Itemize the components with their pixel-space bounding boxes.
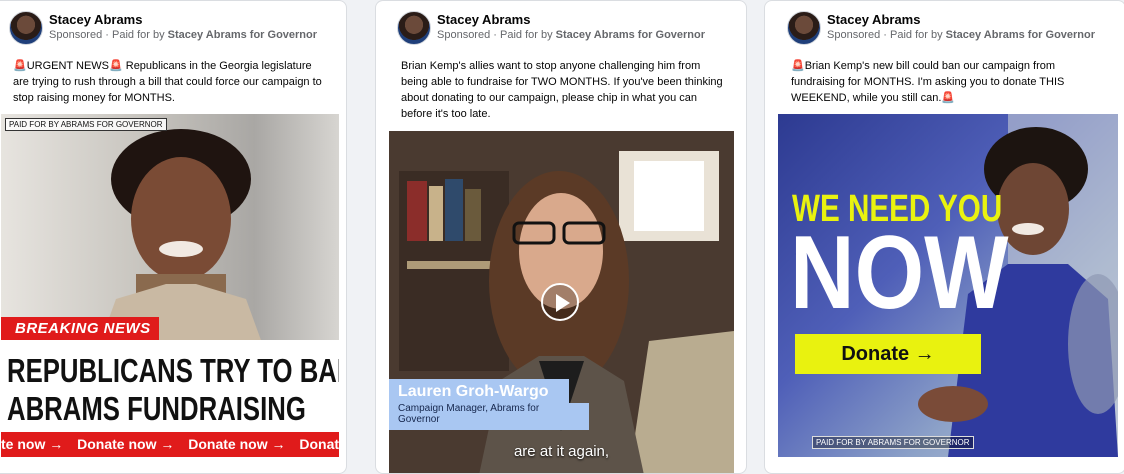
page-name[interactable]: Stacey Abrams [827, 12, 920, 27]
sponsored-line: Sponsored · Paid for by Stacey Abrams fo… [827, 29, 1096, 41]
breaking-news-banner: BREAKING NEWS [1, 317, 159, 340]
ad-image[interactable]: PAID FOR BY ABRAMS FOR GOVERNOR BREAKING… [1, 114, 339, 457]
headline-line-2: ABRAMS FUNDRAISING [7, 390, 306, 427]
ad-video[interactable]: Lauren Groh-Wargo Campaign Manager, Abra… [389, 131, 734, 473]
sponsored-label: Sponsored [49, 29, 103, 41]
sponsored-line: Sponsored · Paid for by Stacey Abrams fo… [49, 29, 318, 41]
paid-for-link[interactable]: Stacey Abrams for Governor [168, 29, 317, 41]
headline-line-1: REPUBLICANS TRY TO BAN [7, 352, 339, 389]
page-name[interactable]: Stacey Abrams [437, 12, 530, 27]
post-text: 🚨URGENT NEWS🚨 Republicans in the Georgia… [13, 60, 322, 104]
video-caption: are at it again, [513, 443, 610, 460]
ticker-item[interactable]: Donate now [299, 436, 339, 452]
play-button[interactable] [541, 283, 579, 321]
paid-for-prefix: Paid for by [112, 29, 165, 41]
ad-card-2: Stacey Abrams Sponsored · Paid for by St… [375, 0, 747, 474]
ticker-item[interactable]: Donate now → [188, 436, 285, 452]
paid-for-link[interactable]: Stacey Abrams for Governor [556, 29, 705, 41]
ad-card-1: Stacey Abrams Sponsored · Paid for by St… [0, 0, 347, 474]
lower-third: Lauren Groh-Wargo Campaign Manager, Abra… [389, 379, 589, 430]
sponsored-label: Sponsored [437, 29, 491, 41]
ticker-item[interactable]: Donate now → [77, 436, 174, 452]
paid-for-tag: PAID FOR BY ABRAMS FOR GOVERNOR [812, 436, 974, 449]
speaker-name: Lauren Groh-Wargo [389, 379, 569, 403]
donate-button[interactable]: Donate → [795, 334, 981, 374]
ad-image[interactable]: WE NEED YOU NOW Donate → PAID FOR BY ABR… [778, 114, 1118, 457]
page-name[interactable]: Stacey Abrams [49, 12, 142, 27]
page-avatar[interactable] [9, 11, 43, 45]
headline-line-2: NOW [790, 215, 1009, 331]
donate-ticker[interactable]: te now → Donate now → Donate now → Donat… [1, 432, 339, 457]
speaker-role: Campaign Manager, Abrams for Governor [389, 403, 589, 430]
post-text: 🚨Brian Kemp's new bill could ban our cam… [791, 60, 1065, 104]
ticker-item[interactable]: te now → [1, 436, 63, 452]
paid-for-prefix: Paid for by [500, 29, 553, 41]
paid-for-link[interactable]: Stacey Abrams for Governor [946, 29, 1095, 41]
page-avatar[interactable] [397, 11, 431, 45]
paid-for-prefix: Paid for by [890, 29, 943, 41]
page-avatar[interactable] [787, 11, 821, 45]
sponsored-label: Sponsored [827, 29, 881, 41]
paid-for-tag: PAID FOR BY ABRAMS FOR GOVERNOR [5, 118, 167, 131]
post-text: Brian Kemp's allies want to stop anyone … [401, 60, 723, 120]
ad-card-3: Stacey Abrams Sponsored · Paid for by St… [764, 0, 1124, 474]
sponsored-line: Sponsored · Paid for by Stacey Abrams fo… [437, 29, 706, 41]
headline: REPUBLICANS TRY TO BAN ABRAMS FUNDRAISIN… [7, 352, 339, 428]
